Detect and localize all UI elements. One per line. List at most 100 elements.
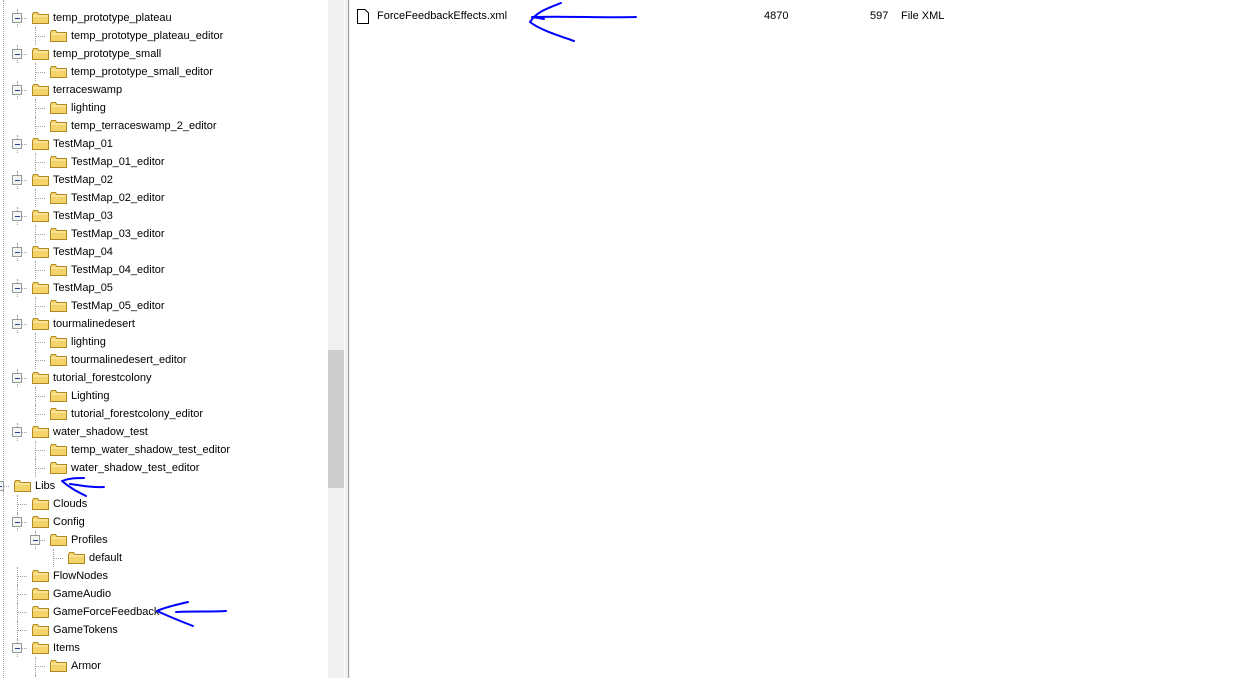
collapse-toggle-icon[interactable] <box>12 49 22 59</box>
tree-item[interactable]: temp_prototype_small_editor <box>0 63 328 81</box>
tree-item-label[interactable]: TestMap_05_editor <box>71 299 165 313</box>
collapse-toggle-icon[interactable] <box>12 211 22 221</box>
tree-item-label[interactable]: TestMap_03 <box>53 209 113 223</box>
tree-item-label[interactable]: Profiles <box>71 533 108 547</box>
tree-item[interactable]: Lighting <box>0 387 328 405</box>
collapse-toggle-icon[interactable] <box>12 139 22 149</box>
file-row[interactable]: ForceFeedbackEffects.xml 4870 597 File X… <box>350 8 1236 26</box>
collapse-toggle-icon[interactable] <box>12 283 22 293</box>
tree-item-label[interactable]: TestMap_04 <box>53 245 113 259</box>
tree-item-label[interactable]: temp_prototype_small <box>53 47 161 61</box>
tree-item-label[interactable]: TestMap_02_editor <box>71 191 165 205</box>
tree-item-label[interactable]: tutorial_forestcolony_editor <box>71 407 203 421</box>
file-icon <box>357 9 369 24</box>
tree-item[interactable]: terraceswamp <box>0 81 328 99</box>
folder-icon <box>50 102 67 114</box>
tree-item[interactable]: TestMap_05_editor <box>0 297 328 315</box>
tree-item[interactable]: tourmalinedesert <box>0 315 328 333</box>
tree-item-label[interactable]: water_shadow_test <box>53 425 148 439</box>
tree-item-label[interactable]: lighting <box>71 101 106 115</box>
tree-item-label[interactable]: GameTokens <box>53 623 118 637</box>
tree-item-label[interactable]: TestMap_04_editor <box>71 263 165 277</box>
tree-item-label[interactable]: tutorial_forestcolony <box>53 371 151 385</box>
folder-tree[interactable]: temp_prototype_plateau temp_prototype_pla… <box>0 0 328 678</box>
tree-item-label[interactable]: temp_terraceswamp_2_editor <box>71 119 217 133</box>
tree-item[interactable]: TestMap_02_editor <box>0 189 328 207</box>
tree-item[interactable]: TestMap_03 <box>0 207 328 225</box>
tree-item-label[interactable]: tourmalinedesert <box>53 317 135 331</box>
tree-item[interactable]: TestMap_04_editor <box>0 261 328 279</box>
folder-icon <box>32 624 49 636</box>
collapse-toggle-icon[interactable] <box>0 481 4 491</box>
tree-item[interactable]: TestMap_02 <box>0 171 328 189</box>
tree-item-label[interactable]: temp_prototype_plateau_editor <box>71 29 223 43</box>
tree-item-label[interactable]: TestMap_02 <box>53 173 113 187</box>
tree-item[interactable]: temp_terraceswamp_2_editor <box>0 117 328 135</box>
tree-item-label[interactable]: Config <box>53 515 85 529</box>
tree-item[interactable]: GameTokens <box>0 621 328 639</box>
tree-item[interactable]: temp_water_shadow_test_editor <box>0 441 328 459</box>
tree-item[interactable]: tutorial_forestcolony <box>0 369 328 387</box>
collapse-toggle-icon[interactable] <box>12 175 22 185</box>
tree-item-label[interactable]: GameForceFeedback <box>53 605 159 619</box>
tree-item[interactable]: temp_prototype_small <box>0 45 328 63</box>
tree-item[interactable]: GameAudio <box>0 585 328 603</box>
file-size: 597 <box>870 10 889 22</box>
tree-item-label[interactable]: TestMap_01_editor <box>71 155 165 169</box>
tree-item[interactable]: Items <box>0 639 328 657</box>
tree-item[interactable]: Armor <box>0 657 328 675</box>
collapse-toggle-icon[interactable] <box>12 319 22 329</box>
tree-item[interactable]: water_shadow_test <box>0 423 328 441</box>
tree-item[interactable]: Config <box>0 513 328 531</box>
tree-item[interactable]: temp_prototype_plateau_editor <box>0 27 328 45</box>
tree-item-label[interactable]: Items <box>53 641 80 655</box>
tree-connector <box>53 549 54 567</box>
tree-item-label[interactable]: GameAudio <box>53 587 111 601</box>
tree-item-label[interactable]: tourmalinedesert_editor <box>71 353 187 367</box>
tree-item[interactable]: Clouds <box>0 495 328 513</box>
tree-item-label[interactable]: lighting <box>71 335 106 349</box>
tree-vertical-scrollbar[interactable] <box>328 0 344 678</box>
tree-item-label[interactable]: terraceswamp <box>53 83 122 97</box>
tree-item[interactable]: default <box>0 549 328 567</box>
collapse-toggle-icon[interactable] <box>12 247 22 257</box>
collapse-toggle-icon[interactable] <box>12 643 22 653</box>
tree-item[interactable]: lighting <box>0 333 328 351</box>
collapse-toggle-icon[interactable] <box>12 517 22 527</box>
tree-item-label[interactable]: default <box>89 551 122 565</box>
tree-item-label[interactable]: TestMap_01 <box>53 137 113 151</box>
scrollbar-thumb[interactable] <box>328 350 344 488</box>
tree-item[interactable]: TestMap_01 <box>0 135 328 153</box>
tree-item-label[interactable]: TestMap_03_editor <box>71 227 165 241</box>
tree-item[interactable]: TestMap_04 <box>0 243 328 261</box>
collapse-toggle-icon[interactable] <box>12 85 22 95</box>
tree-item-label[interactable]: TestMap_05 <box>53 281 113 295</box>
tree-item-label[interactable]: temp_prototype_small_editor <box>71 65 213 79</box>
tree-item-label[interactable]: temp_prototype_plateau <box>53 11 172 25</box>
file-name[interactable]: ForceFeedbackEffects.xml <box>377 10 507 22</box>
tree-item[interactable]: FlowNodes <box>0 567 328 585</box>
collapse-toggle-icon[interactable] <box>12 13 22 23</box>
tree-item[interactable]: lighting <box>0 99 328 117</box>
tree-item-label[interactable]: temp_water_shadow_test_editor <box>71 443 230 457</box>
tree-item[interactable]: tourmalinedesert_editor <box>0 351 328 369</box>
collapse-toggle-icon[interactable] <box>30 535 40 545</box>
collapse-toggle-icon[interactable] <box>12 373 22 383</box>
tree-item[interactable]: tutorial_forestcolony_editor <box>0 405 328 423</box>
tree-item[interactable]: GameForceFeedback <box>0 603 328 621</box>
tree-item[interactable]: water_shadow_test_editor <box>0 459 328 477</box>
tree-item[interactable]: TestMap_03_editor <box>0 225 328 243</box>
collapse-toggle-icon[interactable] <box>12 427 22 437</box>
tree-item-label[interactable]: Armor <box>71 659 101 673</box>
tree-item[interactable]: temp_prototype_plateau <box>0 9 328 27</box>
tree-item[interactable]: Libs <box>0 477 328 495</box>
file-list[interactable]: ForceFeedbackEffects.xml 4870 597 File X… <box>350 0 1236 678</box>
tree-item[interactable]: TestMap_05 <box>0 279 328 297</box>
tree-item[interactable]: TestMap_01_editor <box>0 153 328 171</box>
tree-item-label[interactable]: water_shadow_test_editor <box>71 461 199 475</box>
tree-item-label[interactable]: FlowNodes <box>53 569 108 583</box>
tree-item-label[interactable]: Lighting <box>71 389 110 403</box>
tree-item[interactable]: Profiles <box>0 531 328 549</box>
tree-item-label[interactable]: Libs <box>35 479 55 493</box>
tree-item-label[interactable]: Clouds <box>53 497 87 511</box>
